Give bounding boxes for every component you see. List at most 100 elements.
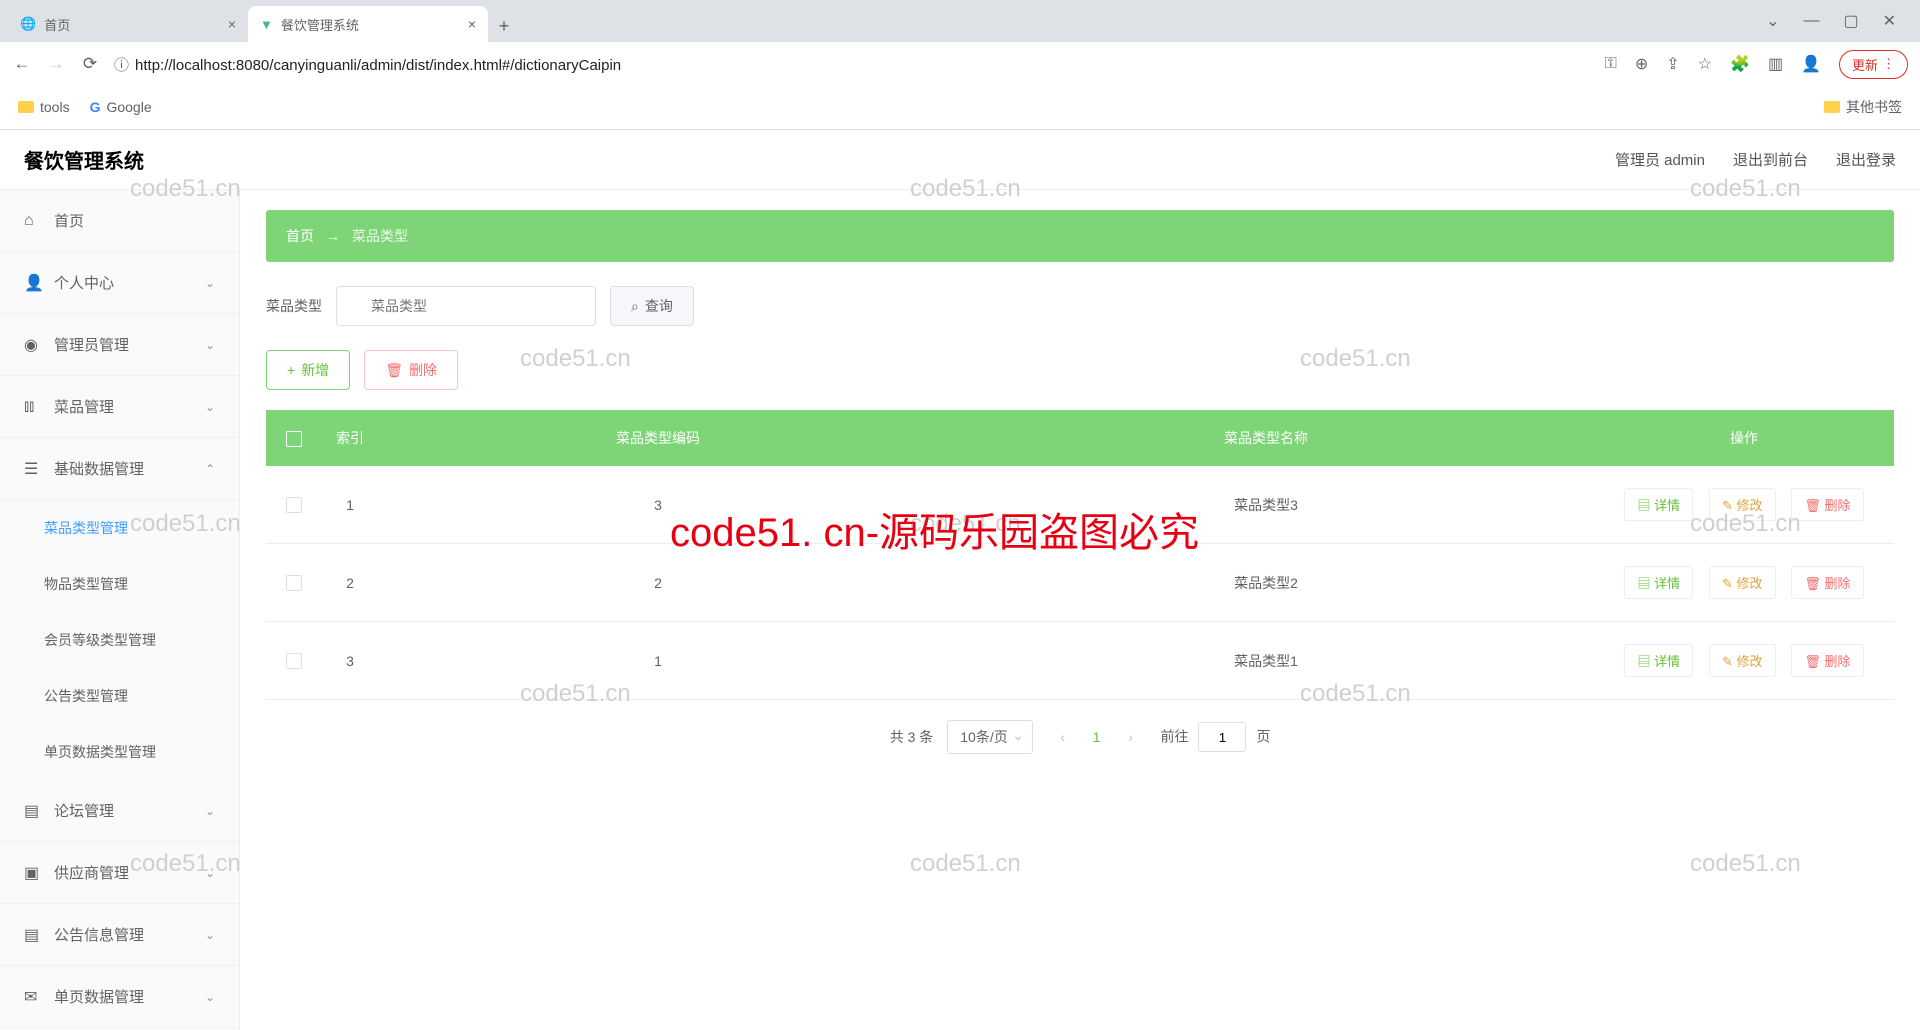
sidebar-sub-singlepage[interactable]: 单页数据类型管理 bbox=[0, 724, 239, 780]
bookmark-bar: tools GGoogle 其他书签 bbox=[0, 86, 1920, 128]
delete-button[interactable]: 🗑删除 bbox=[364, 350, 458, 390]
side-panel-icon[interactable]: ▥ bbox=[1768, 54, 1783, 74]
back-icon[interactable]: ← bbox=[12, 54, 32, 74]
cell-code: 3 bbox=[378, 466, 938, 544]
row-checkbox[interactable] bbox=[286, 575, 302, 591]
chevron-down-icon: ⌄ bbox=[205, 928, 215, 942]
url-input[interactable]: ⓘhttp://localhost:8080/canyinguanli/admi… bbox=[114, 54, 1591, 75]
tab-title: 首页 bbox=[44, 15, 70, 34]
cell-ops: ▤ 详情 ✎ 修改 🗑 删除 bbox=[1594, 544, 1894, 622]
zoom-icon[interactable]: ⊕ bbox=[1635, 54, 1648, 74]
reload-icon[interactable]: ⟳ bbox=[80, 54, 100, 74]
detail-button[interactable]: ▤ 详情 bbox=[1624, 566, 1693, 599]
page-current[interactable]: 1 bbox=[1093, 729, 1101, 745]
chevron-down-icon: ⌄ bbox=[205, 276, 215, 290]
sidebar-item-admin[interactable]: ◉管理员管理⌄ bbox=[0, 314, 239, 376]
sidebar-item-dish[interactable]: ⫾⫾菜品管理⌄ bbox=[0, 376, 239, 438]
plus-icon: + bbox=[287, 362, 295, 378]
bookmark-other[interactable]: 其他书签 bbox=[1824, 97, 1902, 117]
close-icon[interactable]: × bbox=[228, 16, 236, 32]
sidebar-item-home[interactable]: ⌂首页 bbox=[0, 190, 239, 252]
sidebar-item-basedata[interactable]: ☰基础数据管理⌃ bbox=[0, 438, 239, 500]
sidebar-item-forum[interactable]: ▤论坛管理⌄ bbox=[0, 780, 239, 842]
browser-chrome: 🌐 首页 × ▼ 餐饮管理系统 × + ⌄ — ▢ ✕ ← → ⟳ ⓘhttp:… bbox=[0, 0, 1920, 130]
row-checkbox[interactable] bbox=[286, 653, 302, 669]
detail-button[interactable]: ▤ 详情 bbox=[1624, 644, 1693, 677]
cell-code: 2 bbox=[378, 544, 938, 622]
minimize-icon[interactable]: — bbox=[1803, 12, 1819, 30]
sidebar-sub-dishtype[interactable]: 菜品类型管理 bbox=[0, 500, 239, 556]
sidebar-item-supplier[interactable]: ▣供应商管理⌄ bbox=[0, 842, 239, 904]
goto-input[interactable] bbox=[1198, 722, 1246, 752]
close-icon[interactable]: × bbox=[468, 16, 476, 32]
data-icon: ✉ bbox=[24, 987, 42, 1007]
search-input[interactable] bbox=[336, 286, 596, 326]
edit-button[interactable]: ✎ 修改 bbox=[1709, 488, 1776, 521]
browser-tab-app[interactable]: ▼ 餐饮管理系统 × bbox=[248, 6, 488, 42]
detail-button[interactable]: ▤ 详情 bbox=[1624, 488, 1693, 521]
row-delete-button[interactable]: 🗑 删除 bbox=[1791, 488, 1863, 521]
sidebar-item-singledata[interactable]: ✉单页数据管理⌄ bbox=[0, 966, 239, 1028]
add-button[interactable]: +新增 bbox=[266, 350, 350, 390]
cell-name: 菜品类型1 bbox=[938, 622, 1594, 700]
row-delete-button[interactable]: 🗑 删除 bbox=[1791, 644, 1863, 677]
list-icon: ☰ bbox=[24, 459, 42, 479]
new-tab-button[interactable]: + bbox=[488, 10, 520, 42]
chevron-down-icon: ⌄ bbox=[205, 804, 215, 818]
col-name: 菜品类型名称 bbox=[938, 410, 1594, 466]
bookmark-tools[interactable]: tools bbox=[18, 99, 70, 115]
browser-tab-home[interactable]: 🌐 首页 × bbox=[8, 6, 248, 42]
row-delete-button[interactable]: 🗑 删除 bbox=[1791, 566, 1863, 599]
select-all-checkbox[interactable] bbox=[286, 431, 302, 447]
window-controls: ⌄ — ▢ ✕ bbox=[1766, 0, 1920, 42]
update-button[interactable]: 更新 ⋮ bbox=[1839, 50, 1908, 79]
extensions-icon[interactable]: 🧩 bbox=[1730, 54, 1750, 74]
col-code: 菜品类型编码 bbox=[378, 410, 938, 466]
breadcrumb-current: 菜品类型 bbox=[352, 226, 408, 246]
maximize-icon[interactable]: ▢ bbox=[1843, 11, 1858, 31]
chart-icon: ⫾⫾ bbox=[24, 398, 42, 416]
search-label: 菜品类型 bbox=[266, 296, 322, 316]
breadcrumb-home[interactable]: 首页 bbox=[286, 226, 314, 246]
key-icon[interactable]: ⚿ bbox=[1605, 55, 1617, 73]
edit-button[interactable]: ✎ 修改 bbox=[1709, 644, 1776, 677]
action-row: +新增 🗑删除 bbox=[266, 350, 1894, 390]
forum-icon: ▤ bbox=[24, 801, 42, 821]
sidebar-sub-memberlevel[interactable]: 会员等级类型管理 bbox=[0, 612, 239, 668]
page-prev[interactable]: ‹ bbox=[1047, 721, 1079, 753]
chevron-up-icon: ⌃ bbox=[205, 462, 215, 476]
chevron-down-icon: ⌄ bbox=[205, 990, 215, 1004]
breadcrumb: 首页 → 菜品类型 bbox=[266, 210, 1894, 262]
pagination: 共 3 条 10条/页 ⌄ ‹ 1 › 前往 页 bbox=[266, 720, 1894, 754]
logout-link[interactable]: 退出登录 bbox=[1836, 149, 1896, 170]
table-row: 2 2 菜品类型2 ▤ 详情 ✎ 修改 🗑 删除 bbox=[266, 544, 1894, 622]
admin-icon: ◉ bbox=[24, 335, 42, 355]
profile-icon[interactable]: 👤 bbox=[1801, 54, 1821, 74]
cell-index: 1 bbox=[322, 466, 378, 544]
sidebar-sub-itemtype[interactable]: 物品类型管理 bbox=[0, 556, 239, 612]
page-total: 共 3 条 bbox=[890, 727, 934, 747]
table-row: 3 1 菜品类型1 ▤ 详情 ✎ 修改 🗑 删除 bbox=[266, 622, 1894, 700]
chevron-down-icon[interactable]: ⌄ bbox=[1766, 11, 1779, 31]
page-size-select[interactable]: 10条/页 ⌄ bbox=[947, 720, 1032, 754]
bookmark-google[interactable]: GGoogle bbox=[90, 99, 152, 115]
info-icon: ⓘ bbox=[114, 57, 129, 74]
folder-icon bbox=[1824, 101, 1840, 113]
sidebar-sub-noticetype[interactable]: 公告类型管理 bbox=[0, 668, 239, 724]
forward-icon[interactable]: → bbox=[46, 54, 66, 74]
to-frontend-link[interactable]: 退出到前台 bbox=[1733, 149, 1808, 170]
star-icon[interactable]: ☆ bbox=[1698, 54, 1712, 74]
admin-label[interactable]: 管理员 admin bbox=[1615, 149, 1705, 170]
sidebar-item-personal[interactable]: 👤个人中心⌄ bbox=[0, 252, 239, 314]
sidebar-item-notice[interactable]: ▤公告信息管理⌄ bbox=[0, 904, 239, 966]
share-icon[interactable]: ⇪ bbox=[1666, 54, 1679, 74]
query-button[interactable]: ⌕查询 bbox=[610, 286, 694, 326]
col-ops: 操作 bbox=[1594, 410, 1894, 466]
edit-button[interactable]: ✎ 修改 bbox=[1709, 566, 1776, 599]
page-next[interactable]: › bbox=[1115, 721, 1147, 753]
row-checkbox[interactable] bbox=[286, 497, 302, 513]
folder-icon bbox=[18, 101, 34, 113]
close-window-icon[interactable]: ✕ bbox=[1883, 11, 1896, 31]
page-goto: 前往 页 bbox=[1161, 722, 1271, 752]
app-header: 餐饮管理系统 管理员 admin 退出到前台 退出登录 bbox=[0, 130, 1920, 190]
